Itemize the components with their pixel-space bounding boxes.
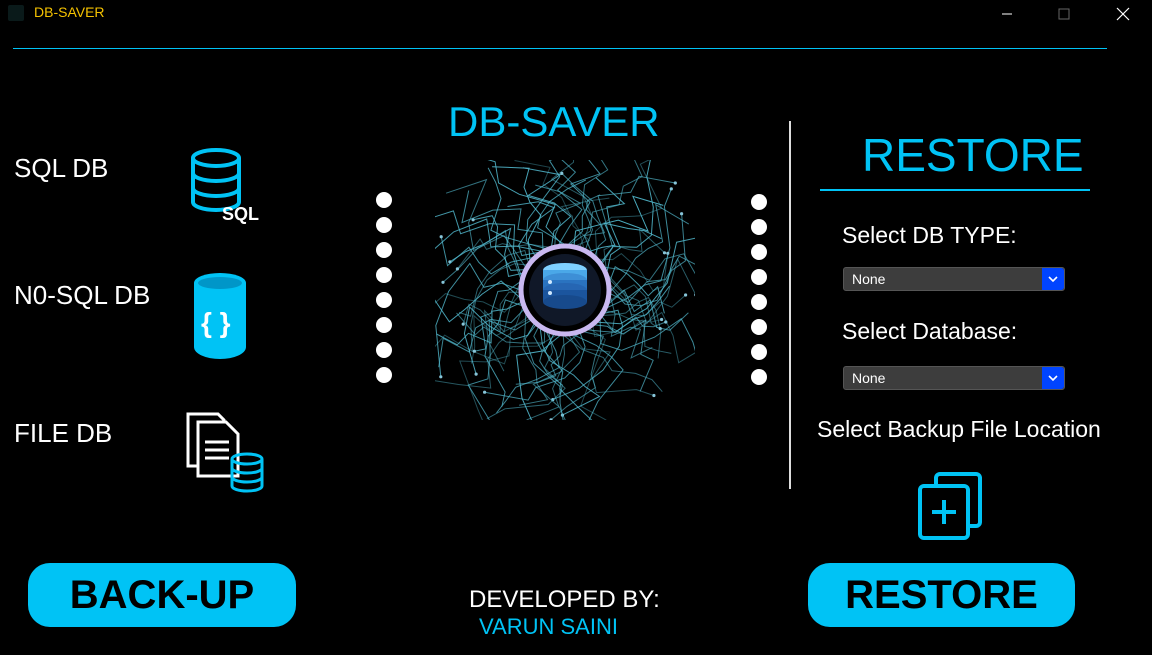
decorative-dot <box>751 219 767 235</box>
add-file-icon[interactable] <box>916 470 986 544</box>
restore-heading: RESTORE <box>862 129 1084 181</box>
sql-database-icon[interactable]: SQL <box>186 146 266 228</box>
decorative-dot <box>376 317 392 333</box>
backup-button[interactable]: BACK-UP <box>28 563 296 627</box>
db-type-select[interactable]: None <box>843 267 1065 291</box>
file-db-label: FILE DB <box>14 418 113 448</box>
db-type-label: Select DB TYPE: <box>842 222 1017 248</box>
close-button[interactable] <box>1100 0 1146 28</box>
nosql-db-label: N0-SQL DB <box>14 280 151 310</box>
nosql-icon-text: { } <box>201 307 231 338</box>
decorative-dot <box>751 194 767 210</box>
decorative-dot <box>751 369 767 385</box>
window-title: DB-SAVER <box>34 4 105 20</box>
decorative-dot <box>376 342 392 358</box>
decorative-dot <box>751 294 767 310</box>
sql-icon-text: SQL <box>222 204 260 224</box>
close-icon <box>1116 7 1130 21</box>
app-icon <box>8 5 24 21</box>
chevron-down-icon[interactable] <box>1042 367 1064 389</box>
minimize-icon <box>1002 13 1012 15</box>
database-select[interactable]: None <box>843 366 1065 390</box>
decorative-dot <box>751 269 767 285</box>
db-type-select-value: None <box>852 271 886 287</box>
database-select-value: None <box>852 370 886 386</box>
decorative-dot <box>751 344 767 360</box>
backup-location-label: Select Backup File Location <box>817 416 1101 442</box>
developed-by-label: DEVELOPED BY: <box>469 586 660 613</box>
minimize-button[interactable] <box>984 0 1030 28</box>
developer-name: VARUN SAINI <box>479 614 618 639</box>
chevron-down-icon[interactable] <box>1042 268 1064 290</box>
decorative-dot <box>376 217 392 233</box>
decorative-dot <box>376 192 392 208</box>
center-title: DB-SAVER <box>448 98 660 145</box>
restore-button[interactable]: RESTORE <box>808 563 1075 627</box>
header-divider <box>13 48 1107 49</box>
restore-heading-underline <box>820 189 1090 191</box>
nosql-database-icon[interactable]: { } <box>192 271 248 361</box>
file-database-icon[interactable] <box>184 410 268 496</box>
database-label: Select Database: <box>842 318 1018 344</box>
database-emblem-icon <box>435 160 695 420</box>
decorative-dot <box>376 242 392 258</box>
section-divider <box>789 121 791 489</box>
maximize-button[interactable] <box>1041 0 1087 28</box>
decorative-dot <box>751 319 767 335</box>
sql-db-label: SQL DB <box>14 153 109 183</box>
decorative-dot <box>376 367 392 383</box>
decorative-dot <box>376 292 392 308</box>
maximize-icon <box>1058 8 1070 20</box>
decorative-dot <box>376 267 392 283</box>
title-bar: DB-SAVER <box>0 0 1152 28</box>
decorative-dot <box>751 244 767 260</box>
